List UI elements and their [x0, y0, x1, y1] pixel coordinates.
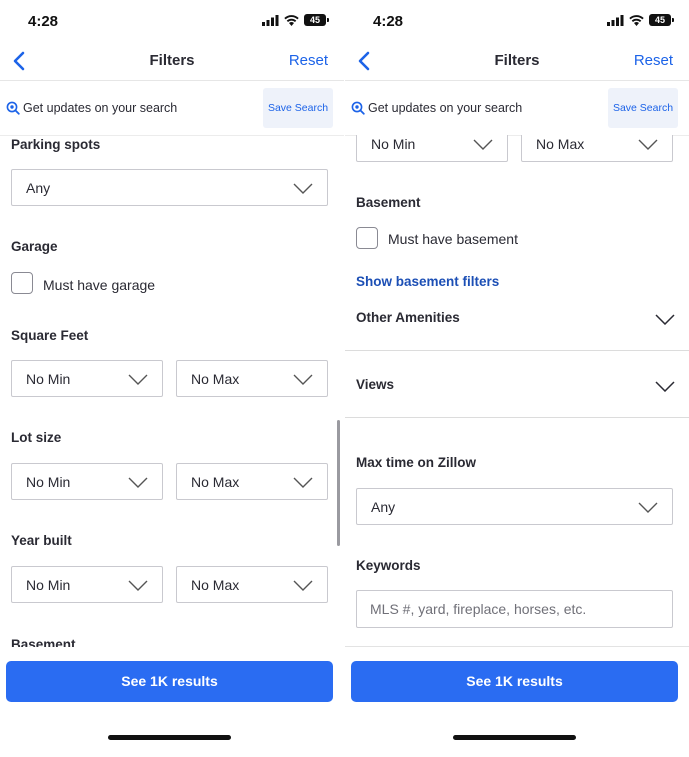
wifi-icon [629, 14, 644, 26]
chevron-down-icon [293, 580, 313, 591]
max-time-select[interactable]: Any [356, 488, 673, 525]
lot-size-max-select[interactable]: No Max [176, 463, 328, 500]
chevron-down-icon [293, 183, 313, 194]
max-time-value: Any [371, 499, 396, 515]
parking-spots-select[interactable]: Any [11, 169, 328, 206]
other-amenities-accordion[interactable]: Other Amenities [345, 283, 689, 351]
lot-size-min-value: No Min [26, 474, 71, 490]
reset-button[interactable]: Reset [289, 52, 328, 69]
signal-icon [607, 14, 624, 26]
battery-icon: 45 [649, 14, 674, 26]
square-feet-min-select[interactable]: No Min [11, 360, 163, 397]
chevron-down-icon [293, 374, 313, 385]
basement-label: Basement [356, 195, 421, 210]
views-label: Views [356, 377, 395, 392]
year-built-max-select[interactable]: No Max [176, 566, 328, 603]
chevron-down-icon [473, 139, 493, 150]
square-feet-max-value: No Max [191, 371, 240, 387]
range-min-select[interactable]: No Min [356, 135, 508, 162]
chevron-down-icon [655, 314, 675, 325]
max-time-label: Max time on Zillow [356, 455, 477, 470]
must-have-garage-checkbox[interactable] [11, 272, 33, 294]
chevron-left-icon[interactable] [353, 48, 377, 74]
range-max-select[interactable]: No Max [521, 135, 673, 162]
keywords-field[interactable] [356, 590, 673, 628]
home-indicator [108, 735, 231, 740]
save-search-button[interactable]: Save Search [608, 88, 678, 128]
save-search-text: Get updates on your search [23, 101, 178, 115]
search-bell-icon [351, 101, 365, 115]
wifi-icon [284, 14, 299, 26]
save-search-bar: Get updates on your search Save Search [0, 80, 344, 136]
battery-icon: 45 [304, 14, 329, 26]
filters-scroll-area[interactable]: Parking spots Any Garage Must have garag… [0, 135, 344, 647]
signal-icon [262, 14, 279, 26]
range-min-value: No Min [371, 136, 416, 152]
chevron-down-icon [655, 381, 675, 392]
chevron-down-icon [128, 580, 148, 591]
chevron-down-icon [638, 502, 658, 513]
year-built-min-value: No Min [26, 577, 71, 593]
keywords-input[interactable] [370, 591, 650, 627]
square-feet-max-select[interactable]: No Max [176, 360, 328, 397]
status-time: 4:28 [28, 13, 59, 30]
save-search-bar: Get updates on your search Save Search [345, 80, 689, 136]
must-have-basement-checkbox[interactable] [356, 227, 378, 249]
filters-scroll-area[interactable]: No Min No Max Basement Must have basemen… [345, 135, 689, 647]
home-indicator [453, 735, 576, 740]
lot-size-min-select[interactable]: No Min [11, 463, 163, 500]
garage-label: Garage [11, 239, 58, 254]
year-built-label: Year built [11, 533, 72, 548]
other-amenities-label: Other Amenities [356, 310, 460, 325]
square-feet-label: Square Feet [11, 328, 89, 343]
views-accordion[interactable]: Views [345, 350, 689, 418]
filters-screen-left: 4:28 45 Filters Reset Get updates on you… [0, 0, 344, 757]
lot-size-max-value: No Max [191, 474, 240, 490]
divider [345, 646, 689, 647]
chevron-down-icon [128, 374, 148, 385]
lot-size-label: Lot size [11, 430, 62, 445]
parking-spots-label: Parking spots [11, 137, 101, 152]
see-results-button[interactable]: See 1K results [351, 661, 678, 702]
chevron-down-icon [293, 477, 313, 488]
range-max-value: No Max [536, 136, 585, 152]
scrollbar[interactable] [337, 420, 340, 546]
chevron-down-icon [128, 477, 148, 488]
save-search-button[interactable]: Save Search [263, 88, 333, 128]
basement-label-partial: Basement [11, 637, 76, 647]
chevron-left-icon[interactable] [8, 48, 32, 74]
status-icons: 45 [262, 14, 329, 26]
see-results-button[interactable]: See 1K results [6, 661, 333, 702]
status-time: 4:28 [373, 13, 404, 30]
status-icons: 45 [607, 14, 674, 26]
must-have-basement-label: Must have basement [388, 231, 518, 247]
must-have-garage-label: Must have garage [43, 277, 156, 293]
reset-button[interactable]: Reset [634, 52, 673, 69]
square-feet-min-value: No Min [26, 371, 71, 387]
parking-spots-value: Any [26, 180, 51, 196]
year-built-min-select[interactable]: No Min [11, 566, 163, 603]
chevron-down-icon [638, 139, 658, 150]
save-search-text: Get updates on your search [368, 101, 523, 115]
filters-screen-right: 4:28 45 Filters Reset Get updates on you… [345, 0, 689, 757]
keywords-label: Keywords [356, 558, 421, 573]
year-built-max-value: No Max [191, 577, 240, 593]
search-bell-icon [6, 101, 20, 115]
